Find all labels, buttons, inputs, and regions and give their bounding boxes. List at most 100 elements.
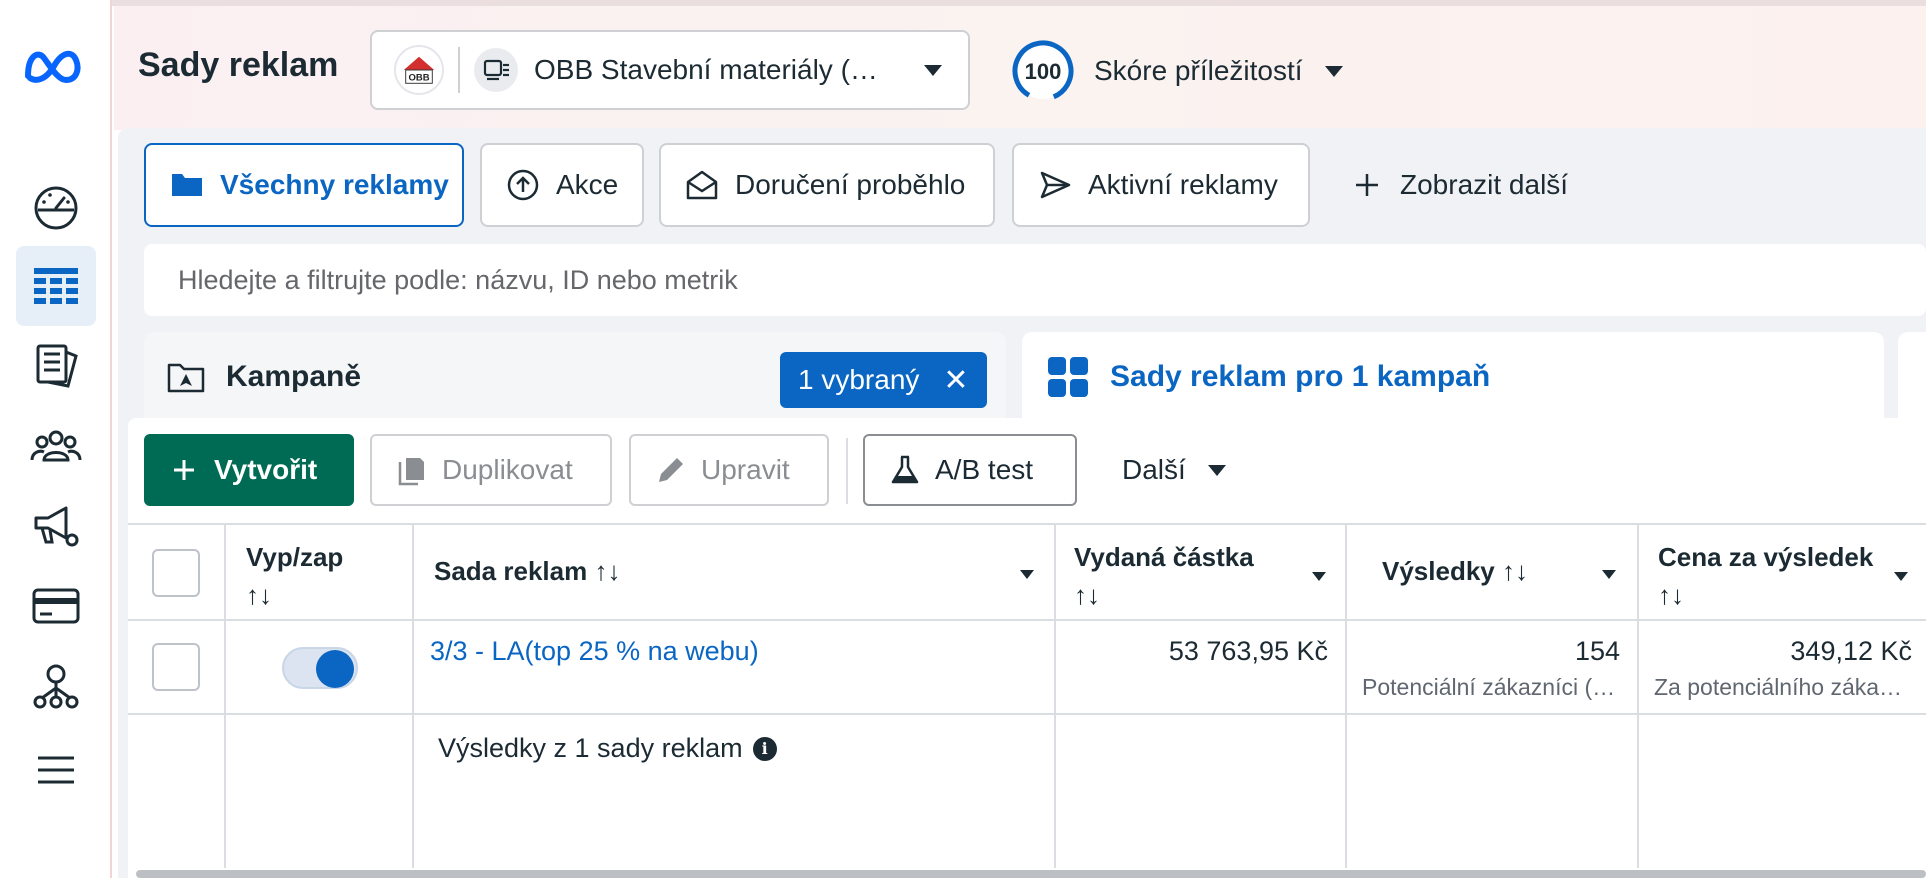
duplicate-label: Duplikovat bbox=[442, 454, 573, 485]
column-header-onoff[interactable]: Vyp/zap ↑↓ bbox=[246, 538, 343, 614]
account-name: OBB Stavební materiály (… bbox=[534, 54, 878, 85]
column-header-adset[interactable]: Sada reklam ↑↓ bbox=[434, 552, 620, 590]
info-icon[interactable]: i bbox=[752, 736, 777, 761]
column-header-spent[interactable]: Vydaná částka ↑↓ bbox=[1074, 538, 1254, 614]
column-menu-caret[interactable] bbox=[1602, 570, 1616, 579]
create-button[interactable]: Vytvořit bbox=[144, 434, 354, 506]
selected-count: 1 vybraný bbox=[798, 364, 920, 395]
opportunity-score[interactable]: 100 Skóre příležitostí bbox=[1010, 38, 1343, 104]
column-header-label: Výsledky bbox=[1382, 556, 1495, 586]
plus-icon bbox=[1356, 174, 1378, 196]
create-label: Vytvořit bbox=[214, 454, 318, 485]
account-divider bbox=[458, 47, 460, 93]
row-divider bbox=[128, 619, 1926, 621]
column-menu-caret[interactable] bbox=[1894, 572, 1908, 581]
column-header-cost[interactable]: Cena za výsledek ↑↓ bbox=[1658, 538, 1878, 614]
ab-test-button[interactable]: A/B test bbox=[863, 434, 1077, 506]
column-divider bbox=[412, 525, 414, 868]
account-selector[interactable]: OBB OBB Stavební materiály (… bbox=[370, 30, 970, 110]
select-all-checkbox[interactable] bbox=[152, 549, 200, 597]
summary-label: Výsledky z 1 sady reklam bbox=[438, 733, 743, 763]
filter-tab-label: Akce bbox=[556, 169, 619, 200]
onoff-toggle[interactable] bbox=[282, 647, 358, 689]
filter-tab-label: Zobrazit další bbox=[1400, 169, 1569, 200]
tab-ads[interactable] bbox=[1898, 332, 1926, 422]
filter-tab-actions[interactable]: Akce bbox=[480, 143, 644, 227]
search-input[interactable]: Hledejte a filtrujte podle: názvu, ID ne… bbox=[144, 244, 1926, 316]
filter-tab-active-ads[interactable]: Aktivní reklamy bbox=[1012, 143, 1310, 227]
campaigns-label: Kampaně bbox=[226, 360, 362, 393]
sort-icon[interactable]: ↑↓ bbox=[594, 556, 620, 586]
duplicate-icon bbox=[398, 458, 424, 486]
sort-icon[interactable]: ↑↓ bbox=[1502, 556, 1528, 586]
duplicate-button[interactable]: Duplikovat bbox=[370, 434, 612, 506]
ab-test-label: A/B test bbox=[935, 454, 1034, 485]
more-label: Další bbox=[1122, 454, 1186, 485]
account-logo-text: OBB bbox=[408, 72, 429, 83]
score-value: 100 bbox=[1025, 59, 1062, 84]
folder-icon bbox=[172, 174, 202, 196]
meta-logo-icon[interactable] bbox=[22, 40, 86, 90]
page-header: Sady reklam OBB OBB Stavební materiály (… bbox=[114, 6, 1926, 130]
column-header-label: Sada reklam bbox=[434, 556, 588, 586]
sort-icon[interactable]: ↑↓ bbox=[1658, 580, 1684, 610]
horizontal-scrollbar[interactable] bbox=[136, 870, 1926, 878]
dashboard-gauge-icon[interactable] bbox=[16, 166, 96, 246]
more-dropdown[interactable]: Další bbox=[1098, 434, 1258, 506]
sort-icon[interactable]: ↑↓ bbox=[246, 576, 343, 614]
column-divider bbox=[1054, 525, 1056, 868]
megaphone-settings-icon[interactable] bbox=[16, 486, 96, 566]
results-type: Potenciální zákazníci (… bbox=[1362, 674, 1616, 700]
page-title: Sady reklam bbox=[138, 46, 339, 84]
table-top-border bbox=[128, 523, 1926, 525]
column-divider bbox=[1637, 525, 1639, 868]
envelope-open-icon bbox=[686, 170, 718, 200]
selected-badge[interactable]: 1 vybraný ✕ bbox=[780, 352, 987, 408]
filter-tab-label: Aktivní reklamy bbox=[1088, 169, 1278, 200]
toggle-knob bbox=[316, 650, 354, 688]
edit-label: Upravit bbox=[701, 454, 790, 485]
network-icon[interactable] bbox=[16, 646, 96, 726]
search-placeholder: Hledejte a filtrujte podle: názvu, ID ne… bbox=[178, 264, 738, 295]
column-menu-caret[interactable] bbox=[1020, 570, 1034, 579]
account-logo: OBB bbox=[394, 45, 444, 95]
tab-ad-sets[interactable]: Sady reklam pro 1 kampaň bbox=[1022, 332, 1884, 422]
sort-icon[interactable]: ↑↓ bbox=[1074, 576, 1254, 614]
row-divider bbox=[128, 713, 1926, 715]
column-header-label: Cena za výsledek bbox=[1658, 542, 1874, 572]
score-ring: 100 bbox=[1010, 38, 1076, 104]
column-menu-caret[interactable] bbox=[1312, 572, 1326, 581]
chevron-down-icon bbox=[924, 64, 942, 76]
chevron-down-icon bbox=[1324, 65, 1343, 77]
edit-button[interactable]: Upravit bbox=[629, 434, 829, 506]
paper-plane-icon bbox=[1040, 171, 1071, 199]
column-header-label: Vydaná částka bbox=[1074, 542, 1254, 572]
left-navigation bbox=[0, 0, 112, 878]
flask-icon bbox=[891, 455, 919, 484]
column-header-label: Vyp/zap bbox=[246, 542, 344, 572]
menu-icon[interactable] bbox=[16, 730, 96, 810]
score-label: Skóre příležitostí bbox=[1094, 55, 1303, 86]
filter-tab-label: Doručení proběhlo bbox=[735, 169, 966, 200]
campaign-folder-icon bbox=[167, 363, 205, 393]
results-value: 154 bbox=[1574, 636, 1620, 666]
pages-icon[interactable] bbox=[16, 326, 96, 406]
cost-value: 349,12 Kč bbox=[1790, 636, 1912, 666]
table-grid-icon[interactable] bbox=[16, 246, 96, 326]
filter-tab-delivered[interactable]: Doručení proběhlo bbox=[659, 143, 995, 227]
grid-squares-icon bbox=[1048, 357, 1088, 397]
column-divider bbox=[1345, 525, 1347, 868]
close-icon[interactable]: ✕ bbox=[943, 363, 968, 398]
plus-icon bbox=[174, 460, 194, 480]
adsets-label: Sady reklam pro 1 kampaň bbox=[1110, 360, 1491, 393]
row-checkbox[interactable] bbox=[152, 643, 200, 691]
audience-icon[interactable] bbox=[16, 406, 96, 486]
ad-account-icon bbox=[474, 48, 518, 92]
adset-name-link[interactable]: 3/3 - LA(top 25 % na webu) bbox=[430, 636, 759, 667]
billing-card-icon[interactable] bbox=[16, 566, 96, 646]
show-more-button[interactable]: Zobrazit další bbox=[1326, 143, 1606, 227]
tab-campaigns[interactable]: Kampaně 1 vybraný ✕ bbox=[144, 332, 1006, 422]
column-header-results[interactable]: Výsledky ↑↓ bbox=[1382, 552, 1528, 590]
chevron-down-icon bbox=[1207, 464, 1226, 476]
filter-tab-all-ads[interactable]: Všechny reklamy bbox=[144, 143, 464, 227]
